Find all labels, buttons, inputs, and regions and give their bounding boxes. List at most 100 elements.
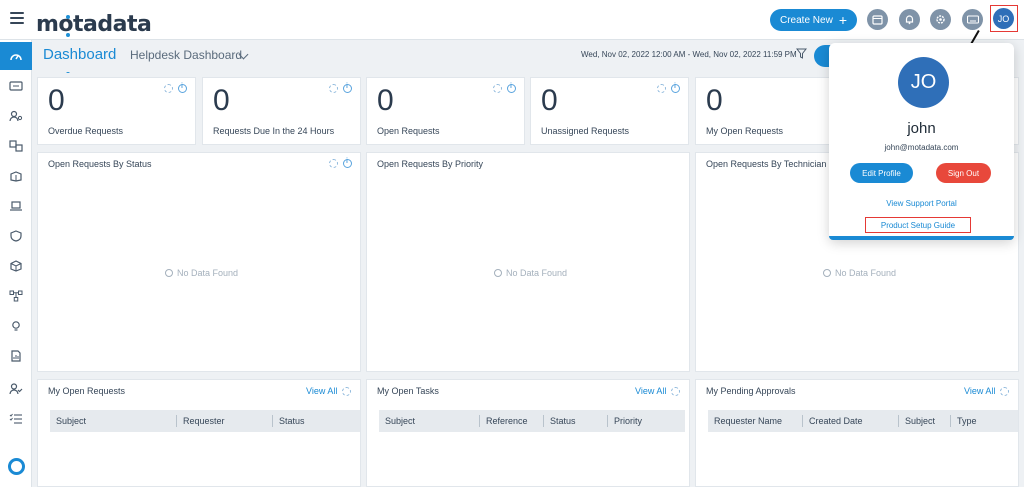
sidebar xyxy=(0,40,32,487)
dashboard-select[interactable]: Helpdesk Dashboard xyxy=(130,48,242,62)
no-data-message: No Data Found xyxy=(494,268,567,278)
column-header[interactable]: Priority xyxy=(607,415,677,427)
info-icon[interactable] xyxy=(343,158,352,168)
lightbulb-icon xyxy=(12,321,20,331)
sidebar-item-approvals[interactable] xyxy=(0,375,32,403)
refresh-icon[interactable] xyxy=(1000,386,1010,396)
column-header[interactable]: Reference xyxy=(479,415,543,427)
table-my-pending-approvals: My Pending Approvals View All Requester … xyxy=(695,379,1019,487)
info-circle-icon xyxy=(165,269,173,277)
column-header[interactable]: Type xyxy=(950,415,1010,427)
top-bar: motadata Create New + JO xyxy=(0,0,1024,109)
column-header[interactable]: Created Date xyxy=(802,415,898,427)
sidebar-item-workflow[interactable] xyxy=(0,282,32,310)
stat-value: 0 xyxy=(213,84,230,117)
stat-value: 0 xyxy=(541,84,558,117)
refresh-icon[interactable] xyxy=(329,84,338,93)
panel-title: My Pending Approvals xyxy=(706,386,796,396)
info-circle-icon xyxy=(823,269,831,277)
sidebar-item-knowledge[interactable] xyxy=(0,312,32,340)
profile-popup: JO john john@motadata.com Edit Profile S… xyxy=(829,43,1014,240)
info-icon[interactable] xyxy=(507,83,516,93)
sign-out-button[interactable]: Sign Out xyxy=(936,163,991,183)
stat-card-unassigned[interactable]: 0 Unassigned Requests xyxy=(530,77,689,145)
sidebar-item-dashboard[interactable] xyxy=(0,42,32,70)
stat-label: Open Requests xyxy=(377,126,440,136)
help-ring-icon[interactable] xyxy=(8,458,25,475)
page-title: Dashboard xyxy=(43,46,117,63)
view-all-link[interactable]: View All xyxy=(964,386,1010,396)
sidebar-item-assets[interactable] xyxy=(0,192,32,220)
keyboard-icon[interactable] xyxy=(962,9,983,30)
edit-profile-button[interactable]: Edit Profile xyxy=(850,163,913,183)
no-data-message: No Data Found xyxy=(165,268,238,278)
date-range: Wed, Nov 02, 2022 12:00 AM - Wed, Nov 02… xyxy=(581,50,797,59)
sidebar-item-changes[interactable] xyxy=(0,132,32,160)
refresh-icon[interactable] xyxy=(342,386,352,396)
column-header[interactable]: Status xyxy=(543,415,607,427)
create-new-label: Create New xyxy=(780,14,833,26)
info-circle-icon xyxy=(494,269,502,277)
stat-label: My Open Requests xyxy=(706,126,784,136)
column-header[interactable]: Subject xyxy=(379,415,479,427)
dashboard-icon xyxy=(10,54,22,61)
calendar-icon[interactable] xyxy=(867,9,888,30)
sidebar-item-tasks[interactable] xyxy=(0,405,32,433)
sidebar-item-patch[interactable] xyxy=(0,222,32,250)
sidebar-item-reports[interactable] xyxy=(0,342,32,370)
settings-icon[interactable] xyxy=(930,9,951,30)
panel-title: My Open Tasks xyxy=(377,386,439,396)
stat-value: 0 xyxy=(48,84,65,117)
laptop-icon xyxy=(10,201,22,211)
refresh-icon[interactable] xyxy=(671,386,681,396)
column-header[interactable]: Subject xyxy=(898,415,950,427)
sidebar-item-cmdb[interactable] xyxy=(0,252,32,280)
workflow-icon xyxy=(9,290,23,302)
column-header[interactable]: Requester Name xyxy=(708,415,802,427)
info-icon[interactable] xyxy=(178,83,187,93)
sidebar-item-requests[interactable] xyxy=(0,72,32,100)
info-icon[interactable] xyxy=(343,83,352,93)
info-icon[interactable] xyxy=(671,83,680,93)
refresh-icon[interactable] xyxy=(493,84,502,93)
checklist-icon xyxy=(9,413,22,424)
stat-card-overdue[interactable]: 0 Overdue Requests xyxy=(37,77,196,145)
avatar[interactable]: JO xyxy=(993,8,1014,29)
stat-card-open[interactable]: 0 Open Requests xyxy=(366,77,525,145)
view-all-link[interactable]: View All xyxy=(306,386,352,396)
stat-label: Overdue Requests xyxy=(48,126,124,136)
box-open-icon xyxy=(10,171,22,182)
panel-title: Open Requests By Status xyxy=(48,159,152,169)
column-header[interactable]: Requester xyxy=(176,415,272,427)
profile-avatar: JO xyxy=(898,57,949,108)
report-icon xyxy=(11,350,21,362)
view-all-link[interactable]: View All xyxy=(635,386,681,396)
sidebar-item-users[interactable] xyxy=(0,102,32,130)
create-new-button[interactable]: Create New + xyxy=(770,9,857,31)
shield-icon xyxy=(10,230,22,242)
ticket-icon xyxy=(9,81,23,91)
panel-by-status: Open Requests By Status No Data Found xyxy=(37,152,361,372)
stat-card-due-24h[interactable]: 0 Requests Due In the 24 Hours xyxy=(202,77,361,145)
user-settings-icon xyxy=(9,110,23,122)
stat-value: 0 xyxy=(706,84,723,117)
sidebar-item-releases[interactable] xyxy=(0,162,32,190)
column-header[interactable]: Subject xyxy=(50,415,176,427)
bell-icon[interactable] xyxy=(899,9,920,30)
change-icon xyxy=(9,140,23,152)
stat-value: 0 xyxy=(377,84,394,117)
refresh-icon[interactable] xyxy=(164,84,173,93)
view-support-portal-link[interactable]: View Support Portal xyxy=(829,199,1014,208)
menu-icon[interactable] xyxy=(10,12,24,26)
table-header: Subject Requester Status xyxy=(50,410,360,432)
stat-label: Requests Due In the 24 Hours xyxy=(213,126,335,136)
refresh-icon[interactable] xyxy=(329,159,338,168)
no-data-message: No Data Found xyxy=(823,268,896,278)
product-setup-guide-link[interactable]: Product Setup Guide xyxy=(865,217,971,233)
table-my-open-requests: My Open Requests View All Subject Reques… xyxy=(37,379,361,487)
plus-icon: + xyxy=(838,12,847,28)
column-header[interactable]: Status xyxy=(272,415,352,427)
filter-icon[interactable] xyxy=(796,48,807,59)
refresh-icon[interactable] xyxy=(657,84,666,93)
panel-title: Open Requests By Priority xyxy=(377,159,484,169)
